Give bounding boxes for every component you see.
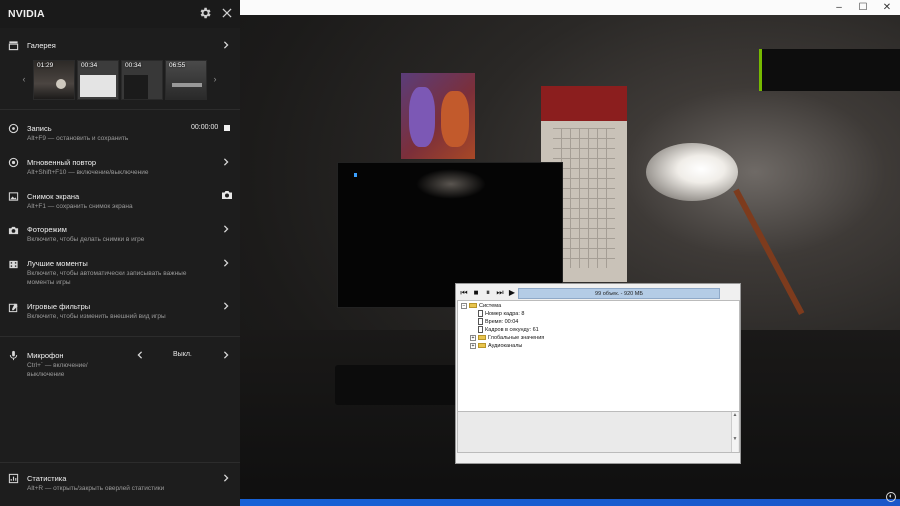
chevron-right-icon[interactable] (222, 302, 230, 310)
statistics-row[interactable]: Статистика Alt+R — открыть/закрыть оверл… (0, 471, 240, 499)
filter-icon (8, 303, 18, 313)
camera-icon (8, 226, 19, 235)
folder-icon (478, 343, 486, 349)
microphone-value: Выкл. (173, 351, 192, 358)
stop-icon[interactable]: ■ (471, 287, 481, 298)
gallery-next-arrow[interactable]: › (211, 74, 219, 84)
statistics-title: Статистика (27, 474, 67, 483)
photo-mode-title: Фоторежим (27, 225, 67, 234)
pause-icon[interactable]: ⏸ (483, 287, 493, 298)
wall-poster (401, 73, 475, 159)
desk-lamp (646, 143, 738, 201)
folder-icon (469, 303, 477, 309)
photo-mode-row[interactable]: Фоторежим Включите, чтобы делать снимки … (0, 222, 240, 250)
film-icon (9, 260, 18, 269)
chevron-right-icon[interactable] (222, 41, 230, 49)
statistics-subtitle: Alt+R — открыть/закрыть оверлей статисти… (27, 485, 165, 492)
gallery-icon (8, 41, 19, 51)
instant-replay-icon (8, 157, 19, 168)
maximize-button[interactable]: ☐ (852, 1, 874, 14)
game-filters-title: Игровые фильтры (27, 302, 91, 311)
vertical-scrollbar[interactable]: ▲ ▼ (731, 412, 738, 452)
overlay-panel: NVIDIA Галерея ‹ 01:29 00:34 00:34 06:55… (0, 0, 240, 506)
window-close-button[interactable]: ✕ (876, 1, 898, 14)
gallery-thumbnails: ‹ 01:29 00:34 00:34 06:55 › (20, 60, 225, 100)
gallery-thumbnail[interactable]: 06:55 (165, 60, 207, 100)
chevron-right-icon[interactable] (222, 225, 230, 233)
record-icon (8, 123, 19, 134)
stop-icon[interactable] (224, 125, 230, 131)
overlay-header: NVIDIA (0, 0, 240, 28)
game-filters-subtitle: Включите, чтобы изменить внешний вид игр… (27, 313, 166, 320)
skip-back-icon[interactable]: ⏮ (459, 287, 469, 298)
record-subtitle: Alt+F9 — остановить и сохранить (27, 135, 129, 142)
stats-tree: − Система Номер кадра: 8 Время: 00:04 Кад… (457, 300, 740, 412)
tray-icon[interactable]: ◐ (886, 492, 896, 502)
chevron-right-icon[interactable] (222, 474, 230, 482)
tree-leaf-time[interactable]: Время: 00:04 (478, 318, 518, 326)
instant-replay-row[interactable]: Мгновенный повтор Alt+Shift+F10 — включе… (0, 154, 240, 182)
microphone-subtitle-line2: выключение (27, 371, 65, 378)
tree-node-system[interactable]: − Система (461, 302, 501, 310)
screenshot-title: Снимок экрана (27, 192, 80, 201)
image-icon (8, 192, 19, 201)
tree-leaf-frame[interactable]: Номер кадра: 8 (478, 310, 525, 318)
document-icon (478, 318, 483, 326)
document-icon (478, 326, 483, 334)
game-window-titlebar: – ☐ ✕ (240, 0, 900, 15)
gallery-thumbnail[interactable]: 00:34 (121, 60, 163, 100)
lamp-arm (733, 188, 805, 316)
highlights-subtitle-line2: моменты игры (27, 279, 71, 286)
screenshot-subtitle: Alt+F1 — сохранить снимок экрана (27, 203, 133, 210)
microphone-title: Микрофон (27, 351, 64, 360)
chevron-left-icon[interactable] (136, 351, 144, 359)
highlights-row[interactable]: Лучшие моменты Включите, чтобы автоматич… (0, 256, 240, 292)
stats-toolbar: ⏮ ■ ⏸ ⏭ ▶ 99 объек. - 920 МБ (457, 286, 739, 300)
tree-leaf-fps[interactable]: Кадров в секунду: 61 (478, 326, 539, 334)
screenshot-row[interactable]: Снимок экрана Alt+F1 — сохранить снимок … (0, 188, 240, 216)
skip-forward-icon[interactable]: ⏭ (495, 287, 505, 298)
chevron-right-icon[interactable] (222, 158, 230, 166)
statistics-icon (8, 473, 19, 484)
gear-icon[interactable] (198, 6, 212, 20)
microphone-row[interactable]: Микрофон Ctrl+` — включение/ выключение (0, 348, 240, 384)
highlights-title: Лучшие моменты (27, 259, 88, 268)
gallery-title: Галерея (27, 41, 56, 50)
chevron-right-icon[interactable] (222, 259, 230, 267)
folder-icon (478, 335, 486, 341)
stats-details-pane: ▲ ▼ (457, 411, 740, 453)
brand-title: NVIDIA (8, 8, 45, 20)
microphone-icon (9, 350, 18, 361)
notification-panel (759, 49, 900, 91)
minimize-button[interactable]: – (828, 1, 850, 14)
close-icon[interactable] (220, 6, 234, 20)
record-timer: 00:00:00 (191, 124, 219, 131)
tree-node-audio[interactable]: + Аудиоканалы (470, 342, 522, 350)
memory-status: 99 объек. - 920 МБ (518, 288, 720, 299)
document-icon (478, 310, 483, 318)
chevron-right-icon[interactable] (222, 351, 230, 359)
photo-mode-subtitle: Включите, чтобы делать снимки в игре (27, 236, 145, 243)
gallery-prev-arrow[interactable]: ‹ (20, 74, 28, 84)
gallery-thumbnail[interactable]: 00:34 (77, 60, 119, 100)
instant-replay-title: Мгновенный повтор (27, 158, 97, 167)
record-title: Запись (27, 124, 52, 133)
play-icon[interactable]: ▶ (507, 287, 517, 298)
camera-icon[interactable] (221, 190, 233, 200)
taskbar (240, 499, 900, 506)
instant-replay-subtitle: Alt+Shift+F10 — включение/выключение (27, 169, 149, 176)
gallery-thumbnail[interactable]: 01:29 (33, 60, 75, 100)
tree-node-globals[interactable]: + Глобальные значения (470, 334, 544, 342)
stats-window: ⏮ ■ ⏸ ⏭ ▶ 99 объек. - 920 МБ − Система Но… (455, 283, 741, 464)
game-filters-row[interactable]: Игровые фильтры Включите, чтобы изменить… (0, 299, 240, 327)
